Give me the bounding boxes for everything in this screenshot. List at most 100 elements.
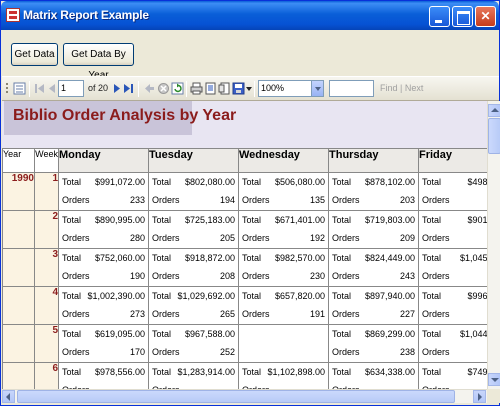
matrix-row: 2 Total $890,995.00 Orders 280 Total $725,183.… (2, 210, 487, 249)
week-cell: 2 (34, 210, 59, 249)
page-setup-icon[interactable] (218, 82, 231, 95)
total-label: Total (62, 215, 82, 225)
data-cell: Total $752,060.00 Orders 190 (58, 248, 149, 287)
zoom-select[interactable]: 100% (258, 80, 324, 97)
close-button[interactable]: ✕ (475, 6, 496, 27)
total-label: Total (242, 291, 262, 301)
total-value: $890,995.00 (94, 215, 145, 225)
total-label: Total (422, 291, 442, 301)
horizontal-scroll-thumb[interactable] (17, 390, 455, 403)
orders-value: 194 (219, 195, 235, 205)
year-cell (2, 324, 35, 363)
orders-label: Orders (62, 309, 90, 319)
print-layout-icon[interactable] (204, 82, 217, 95)
data-cell: Total $1,045,8 Orders (418, 248, 487, 287)
get-data-button[interactable]: Get Data (11, 43, 58, 66)
year-cell (2, 362, 35, 389)
total-label: Total (332, 291, 352, 301)
export-icon[interactable] (232, 82, 245, 95)
vertical-scrollbar[interactable] (487, 101, 500, 389)
orders-value: 203 (399, 195, 415, 205)
orders-label: Orders (332, 271, 360, 281)
week-cell: 6 (34, 362, 59, 389)
data-cell: Total $1,002,390.00 Orders 273 (58, 286, 149, 325)
total-value: $991,072.00 (94, 177, 145, 187)
scroll-down-icon[interactable] (488, 373, 500, 386)
day-column-header: Wednesday (238, 148, 329, 173)
total-value: $982,570.00 (274, 253, 325, 263)
zoom-dropdown-arrow[interactable] (311, 81, 323, 96)
total-label: Total (242, 253, 262, 263)
year-cell (2, 286, 35, 325)
total-label: Total (152, 177, 172, 187)
orders-value: 243 (399, 271, 415, 281)
grip-icon (6, 83, 8, 93)
total-value: $996,5 (467, 291, 487, 301)
data-cell: Total $1,044,2 Orders (418, 324, 487, 363)
export-dropdown-icon[interactable] (246, 82, 252, 95)
orders-label: Orders (62, 347, 90, 357)
total-label: Total (152, 215, 172, 225)
orders-label: Orders (152, 233, 180, 243)
last-page-icon[interactable] (122, 82, 135, 95)
total-label: Total (422, 367, 442, 377)
data-cell: Total $619,095.00 Orders 170 (58, 324, 149, 363)
total-value: $506,080.00 (274, 177, 325, 187)
orders-label: Orders (152, 309, 180, 319)
vertical-scroll-thumb[interactable] (488, 118, 500, 154)
matrix-row: 1990 1 Total $991,072.00 Orders 233 Total $802,… (2, 172, 487, 211)
total-value: $897,940.00 (364, 291, 415, 301)
find-next-links: Find | Next (380, 83, 423, 93)
next-link[interactable]: Next (405, 83, 424, 93)
minimize-button[interactable] (429, 6, 450, 27)
total-label: Total (62, 291, 82, 301)
total-label: Total (332, 177, 352, 187)
find-input[interactable] (329, 80, 374, 97)
data-cell (238, 324, 329, 363)
print-icon[interactable] (190, 82, 203, 95)
first-page-icon[interactable] (33, 82, 46, 95)
document-map-icon[interactable] (13, 82, 26, 95)
maximize-button[interactable] (452, 6, 473, 27)
resize-grip[interactable] (487, 389, 500, 403)
orders-value: 190 (129, 271, 145, 281)
toolbar-separator (29, 81, 30, 97)
app-icon (6, 8, 20, 22)
matrix-row: 3 Total $752,060.00 Orders 190 Total $918,872.… (2, 248, 487, 287)
week-cell: 4 (34, 286, 59, 325)
total-label: Total (332, 367, 352, 377)
stop-icon[interactable] (157, 82, 170, 95)
data-cell: Total $498,1 Orders (418, 172, 487, 211)
total-label: Total (242, 177, 262, 187)
orders-value: 208 (219, 271, 235, 281)
week-cell: 1 (34, 172, 59, 211)
back-icon[interactable] (143, 82, 156, 95)
page-number-input[interactable]: 1 (58, 80, 84, 97)
data-cell: Total $802,080.00 Orders 194 (148, 172, 239, 211)
data-cell: Total $657,820.00 Orders 191 (238, 286, 329, 325)
report-title-box: Biblio Order Analysis by Year (4, 101, 236, 135)
orders-label: Orders (332, 309, 360, 319)
orders-value: 192 (309, 233, 325, 243)
orders-label: Orders (62, 233, 90, 243)
orders-value: 209 (399, 233, 415, 243)
total-label: Total (152, 329, 172, 339)
scroll-up-icon[interactable] (488, 104, 500, 117)
scroll-left-icon[interactable] (2, 390, 15, 403)
total-value: $802,080.00 (184, 177, 235, 187)
total-label: Total (62, 177, 82, 187)
data-cell: Total $918,872.00 Orders 208 (148, 248, 239, 287)
scroll-right-icon[interactable] (473, 390, 486, 403)
data-cell: Total $901,7 Orders (418, 210, 487, 249)
horizontal-scrollbar[interactable] (2, 389, 487, 403)
find-link[interactable]: Find (380, 83, 398, 93)
data-cell: Total $967,588.00 Orders 252 (148, 324, 239, 363)
refresh-icon[interactable] (171, 82, 184, 95)
orders-label: Orders (152, 271, 180, 281)
toolbar-separator (254, 81, 255, 97)
orders-label: Orders (242, 309, 270, 319)
title-bar[interactable]: Matrix Report Example ✕ (1, 1, 499, 30)
orders-label: Orders (422, 233, 450, 243)
total-value: $719,803.00 (364, 215, 415, 225)
get-data-by-year-button[interactable]: Get Data By Year (63, 43, 134, 81)
